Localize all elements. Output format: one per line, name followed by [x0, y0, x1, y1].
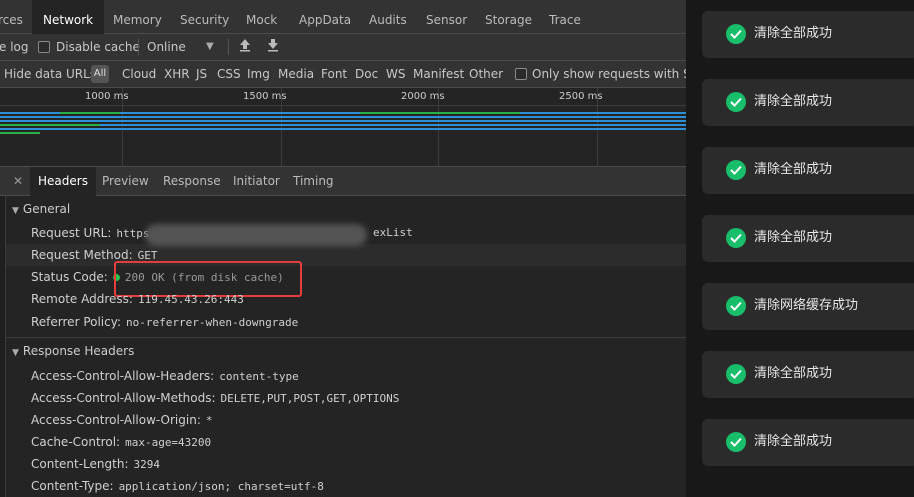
header-row: Access-Control-Allow-Headers: content-typ… — [31, 369, 299, 383]
tab-response[interactable]: Response — [163, 167, 221, 195]
tab-audits[interactable]: Audits — [369, 0, 407, 33]
header-row: Access-Control-Allow-Methods: DELETE,PUT,… — [31, 391, 400, 405]
header-row: Content-Type: application/json; charset=u… — [31, 479, 324, 493]
tab-network[interactable]: Network — [32, 0, 105, 34]
success-check-icon — [726, 364, 746, 384]
toast-notification: 清除全部成功 — [702, 147, 914, 194]
tab-timing[interactable]: Timing — [293, 167, 334, 195]
tab-appdata[interactable]: AppData — [299, 0, 351, 33]
toast-notification: 清除全部成功 — [702, 79, 914, 126]
filter-type-css[interactable]: CSS — [217, 61, 241, 87]
filter-type-doc[interactable]: Doc — [355, 61, 378, 87]
timeline-bar — [0, 132, 40, 134]
timeline-bar — [0, 124, 100, 126]
toast-notification: 清除网络缓存成功 — [702, 283, 914, 330]
throttling-select[interactable]: Online — [147, 34, 186, 60]
filter-bar: Hide data URLs All Cloud XHR JS CSS Img … — [0, 61, 686, 88]
disable-cache-checkbox[interactable] — [38, 41, 50, 53]
tab-mock[interactable]: Mock — [246, 0, 277, 33]
tab-sources[interactable]: rces — [0, 0, 23, 33]
same-site-checkbox[interactable] — [515, 68, 527, 80]
timeline-bar — [0, 128, 686, 130]
chevron-down-icon[interactable]: ▼ — [206, 34, 214, 60]
filter-type-img[interactable]: Img — [247, 61, 270, 87]
header-row: Access-Control-Allow-Origin: * — [31, 413, 213, 427]
timeline-bar — [60, 112, 120, 114]
response-headers-section-header[interactable]: ▼ Response Headers — [12, 344, 134, 358]
toolbar-divider — [138, 39, 139, 55]
tab-security[interactable]: Security — [180, 0, 229, 33]
filter-all-button[interactable]: All — [91, 65, 109, 83]
filter-type-font[interactable]: Font — [321, 61, 347, 87]
section-divider — [6, 337, 686, 338]
filter-type-js[interactable]: JS — [196, 61, 207, 87]
devtools-panel: rces Network Memory Security Mock AppDat… — [0, 0, 686, 497]
timeline-overview[interactable]: 1000 ms 1500 ms 2000 ms 2500 ms — [0, 88, 686, 167]
filter-type-ws[interactable]: WS — [386, 61, 405, 87]
timeline-tick-label: 2500 ms — [559, 91, 603, 102]
request-list-collapsed[interactable] — [0, 167, 6, 497]
filter-type-media[interactable]: Media — [278, 61, 314, 87]
toast-notification: 清除全部成功 — [702, 351, 914, 398]
export-har-icon[interactable] — [267, 38, 279, 56]
header-row: Remote Address: 119.45.43.26:443 — [31, 292, 244, 306]
timeline-bar — [0, 120, 686, 122]
toast-notification: 清除全部成功 — [702, 11, 914, 58]
filter-type-cloud[interactable]: Cloud — [122, 61, 156, 87]
timeline-tick-label: 1500 ms — [243, 91, 287, 102]
triangle-down-icon: ▼ — [12, 206, 19, 216]
network-toolbar: e log Disable cache Online ▼ — [0, 34, 686, 61]
success-check-icon — [726, 160, 746, 180]
toast-notification: 清除全部成功 — [702, 419, 914, 466]
filter-type-xhr[interactable]: XHR — [164, 61, 190, 87]
success-check-icon — [726, 296, 746, 316]
close-icon[interactable]: ✕ — [13, 167, 23, 195]
general-section-header[interactable]: ▼ General — [12, 202, 70, 216]
redacted-url — [145, 224, 367, 246]
hide-data-urls-label[interactable]: Hide data URLs — [4, 61, 96, 87]
timeline-divider — [0, 105, 686, 106]
main-tab-bar: rces Network Memory Security Mock AppDat… — [0, 0, 686, 34]
timeline-bar — [0, 116, 686, 118]
tab-storage[interactable]: Storage — [485, 0, 532, 33]
tab-preview[interactable]: Preview — [102, 167, 149, 195]
tab-trace[interactable]: Trace — [549, 0, 581, 33]
import-har-icon[interactable] — [239, 38, 251, 56]
success-check-icon — [726, 432, 746, 452]
timeline-bar — [360, 112, 520, 114]
success-check-icon — [726, 92, 746, 112]
header-row: Request URL: https exList — [31, 226, 413, 240]
disable-cache-label[interactable]: Disable cache — [56, 34, 140, 60]
same-site-label[interactable]: Only show requests with Sam — [532, 61, 686, 87]
filter-type-other[interactable]: Other — [469, 61, 503, 87]
toolbar-divider — [228, 39, 229, 55]
tab-sensor[interactable]: Sensor — [426, 0, 467, 33]
timeline-bar — [0, 124, 686, 126]
detail-tab-bar: ✕ Headers Preview Response Initiator Tim… — [0, 167, 686, 196]
tab-initiator[interactable]: Initiator — [233, 167, 280, 195]
timeline-tick-label: 2000 ms — [401, 91, 445, 102]
tab-headers[interactable]: Headers — [30, 167, 96, 196]
header-row: Referrer Policy: no-referrer-when-downgra… — [31, 315, 299, 329]
header-row: Content-Length: 3294 — [31, 457, 160, 471]
preserve-log-label[interactable]: e log — [0, 34, 29, 60]
filter-type-manifest[interactable]: Manifest — [413, 61, 464, 87]
toast-notification: 清除全部成功 — [702, 215, 914, 262]
success-check-icon — [726, 228, 746, 248]
header-row: Cache-Control: max-age=43200 — [31, 435, 212, 449]
tab-memory[interactable]: Memory — [113, 0, 162, 33]
success-check-icon — [726, 24, 746, 44]
triangle-down-icon: ▼ — [12, 348, 19, 358]
timeline-tick-label: 1000 ms — [85, 91, 129, 102]
